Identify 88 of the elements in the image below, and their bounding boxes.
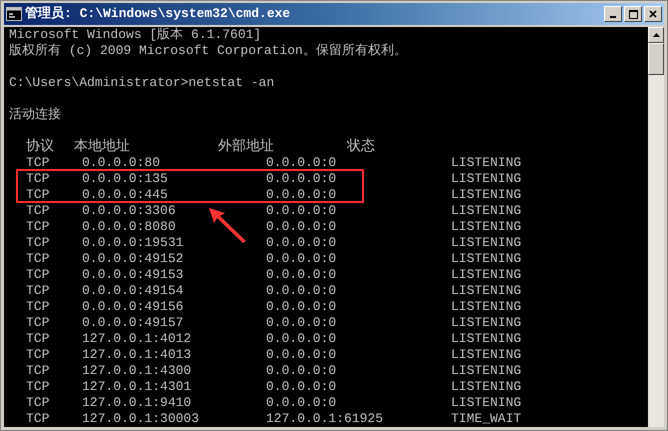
scroll-thumb[interactable] [648, 43, 664, 75]
table-cell: 0.0.0.0:0 [266, 395, 336, 410]
table-cell: TCP [26, 331, 50, 346]
table-cell: TCP [26, 315, 50, 330]
table-cell: LISTENING [451, 219, 522, 234]
table-cell: LISTENING [451, 331, 522, 346]
table-cell: 0.0.0.0:0 [266, 203, 336, 218]
table-cell: TIME_WAIT [451, 411, 522, 426]
table-cell: 127.0.0.1:4013 [82, 347, 192, 362]
table-cell: LISTENING [451, 267, 522, 282]
table-cell: 0.0.0.0:135 [82, 171, 168, 186]
table-cell: TCP [26, 299, 50, 314]
table-cell: LISTENING [451, 379, 522, 394]
up-arrow-icon [652, 33, 660, 37]
table-cell: LISTENING [451, 347, 522, 362]
scroll-up-button[interactable] [648, 27, 664, 43]
close-button[interactable] [644, 6, 662, 22]
table-cell: 0.0.0.0:0 [266, 363, 336, 378]
table-cell: LISTENING [451, 203, 522, 218]
maximize-button[interactable] [624, 6, 642, 22]
window-title: 管理员: C:\Windows\system32\cmd.exe [25, 5, 292, 24]
table-cell: LISTENING [451, 155, 522, 170]
table-cell: 127.0.0.1:61925 [266, 411, 384, 426]
console-icon [6, 7, 22, 21]
table-cell: TCP [26, 235, 50, 250]
table-cell: TCP [26, 155, 50, 170]
table-cell: 0.0.0.0:0 [266, 299, 336, 314]
table-cell: TCP [26, 251, 50, 266]
minimize-button[interactable] [604, 6, 622, 22]
table-cell: 0.0.0.0:0 [266, 315, 336, 330]
table-cell: TCP [26, 203, 50, 218]
table-cell: LISTENING [451, 235, 522, 250]
table-cell: 0.0.0.0:8080 [82, 219, 176, 234]
table-cell: 0.0.0.0:49157 [82, 315, 184, 330]
table-cell: TCP [26, 363, 50, 378]
table-cell: LISTENING [451, 251, 522, 266]
table-cell: 0.0.0.0:0 [266, 171, 336, 186]
console-line: 活动连接 [9, 107, 61, 123]
table-cell: TCP [26, 379, 50, 394]
table-cell: TCP [26, 411, 50, 426]
table-cell: 0.0.0.0:0 [266, 331, 336, 346]
table-cell: LISTENING [451, 395, 522, 410]
console-line: Microsoft Windows [版本 6.1.7601] [9, 27, 262, 43]
table-cell: LISTENING [451, 363, 522, 378]
column-header: 状态 [347, 139, 375, 155]
column-header: 协议 [26, 139, 54, 155]
table-cell: 127.0.0.1:30003 [82, 411, 200, 426]
table-cell: LISTENING [451, 283, 522, 298]
table-cell: 0.0.0.0:49153 [82, 267, 184, 282]
scrollbar[interactable] [648, 27, 664, 427]
table-cell: LISTENING [451, 299, 522, 314]
table-cell: TCP [26, 347, 50, 362]
table-cell: TCP [26, 267, 50, 282]
table-cell: 0.0.0.0:0 [266, 267, 336, 282]
table-cell: TCP [26, 219, 50, 234]
table-cell: 0.0.0.0:19531 [82, 235, 184, 250]
table-cell: 127.0.0.1:4300 [82, 363, 192, 378]
table-cell: LISTENING [451, 315, 522, 330]
table-cell: LISTENING [451, 187, 522, 202]
column-header: 外部地址 [218, 139, 274, 155]
table-cell: 0.0.0.0:49154 [82, 283, 184, 298]
maximize-icon [628, 10, 638, 18]
table-cell: 0.0.0.0:49156 [82, 299, 184, 314]
table-cell: 127.0.0.1:4301 [82, 379, 192, 394]
table-cell: 0.0.0.0:445 [82, 187, 168, 202]
table-cell: 127.0.0.1:9410 [82, 395, 192, 410]
table-cell: 0.0.0.0:0 [266, 219, 336, 234]
arrow-icon [207, 207, 247, 243]
table-cell: LISTENING [451, 171, 522, 186]
table-cell: TCP [26, 283, 50, 298]
table-cell: 0.0.0.0:0 [266, 347, 336, 362]
table-cell: TCP [26, 395, 50, 410]
table-cell: 0.0.0.0:0 [266, 235, 336, 250]
table-cell: 0.0.0.0:0 [266, 283, 336, 298]
table-cell: 0.0.0.0:3306 [82, 203, 176, 218]
column-header: 本地地址 [74, 139, 130, 155]
table-cell: 0.0.0.0:0 [266, 379, 336, 394]
table-cell: 0.0.0.0:49152 [82, 251, 184, 266]
table-cell: TCP [26, 187, 50, 202]
console-line: 版权所有 (c) 2009 Microsoft Corporation。保留所有权利。 [9, 43, 407, 59]
table-cell: 0.0.0.0:0 [266, 251, 336, 266]
table-cell: 0.0.0.0:80 [82, 155, 160, 170]
table-cell: 127.0.0.1:4012 [82, 331, 192, 346]
close-icon [649, 10, 657, 18]
console-line: C:\Users\Administrator>netstat -an [9, 75, 274, 91]
table-cell: TCP [26, 171, 50, 186]
table-cell: 0.0.0.0:0 [266, 187, 336, 202]
table-cell: 0.0.0.0:0 [266, 155, 336, 170]
